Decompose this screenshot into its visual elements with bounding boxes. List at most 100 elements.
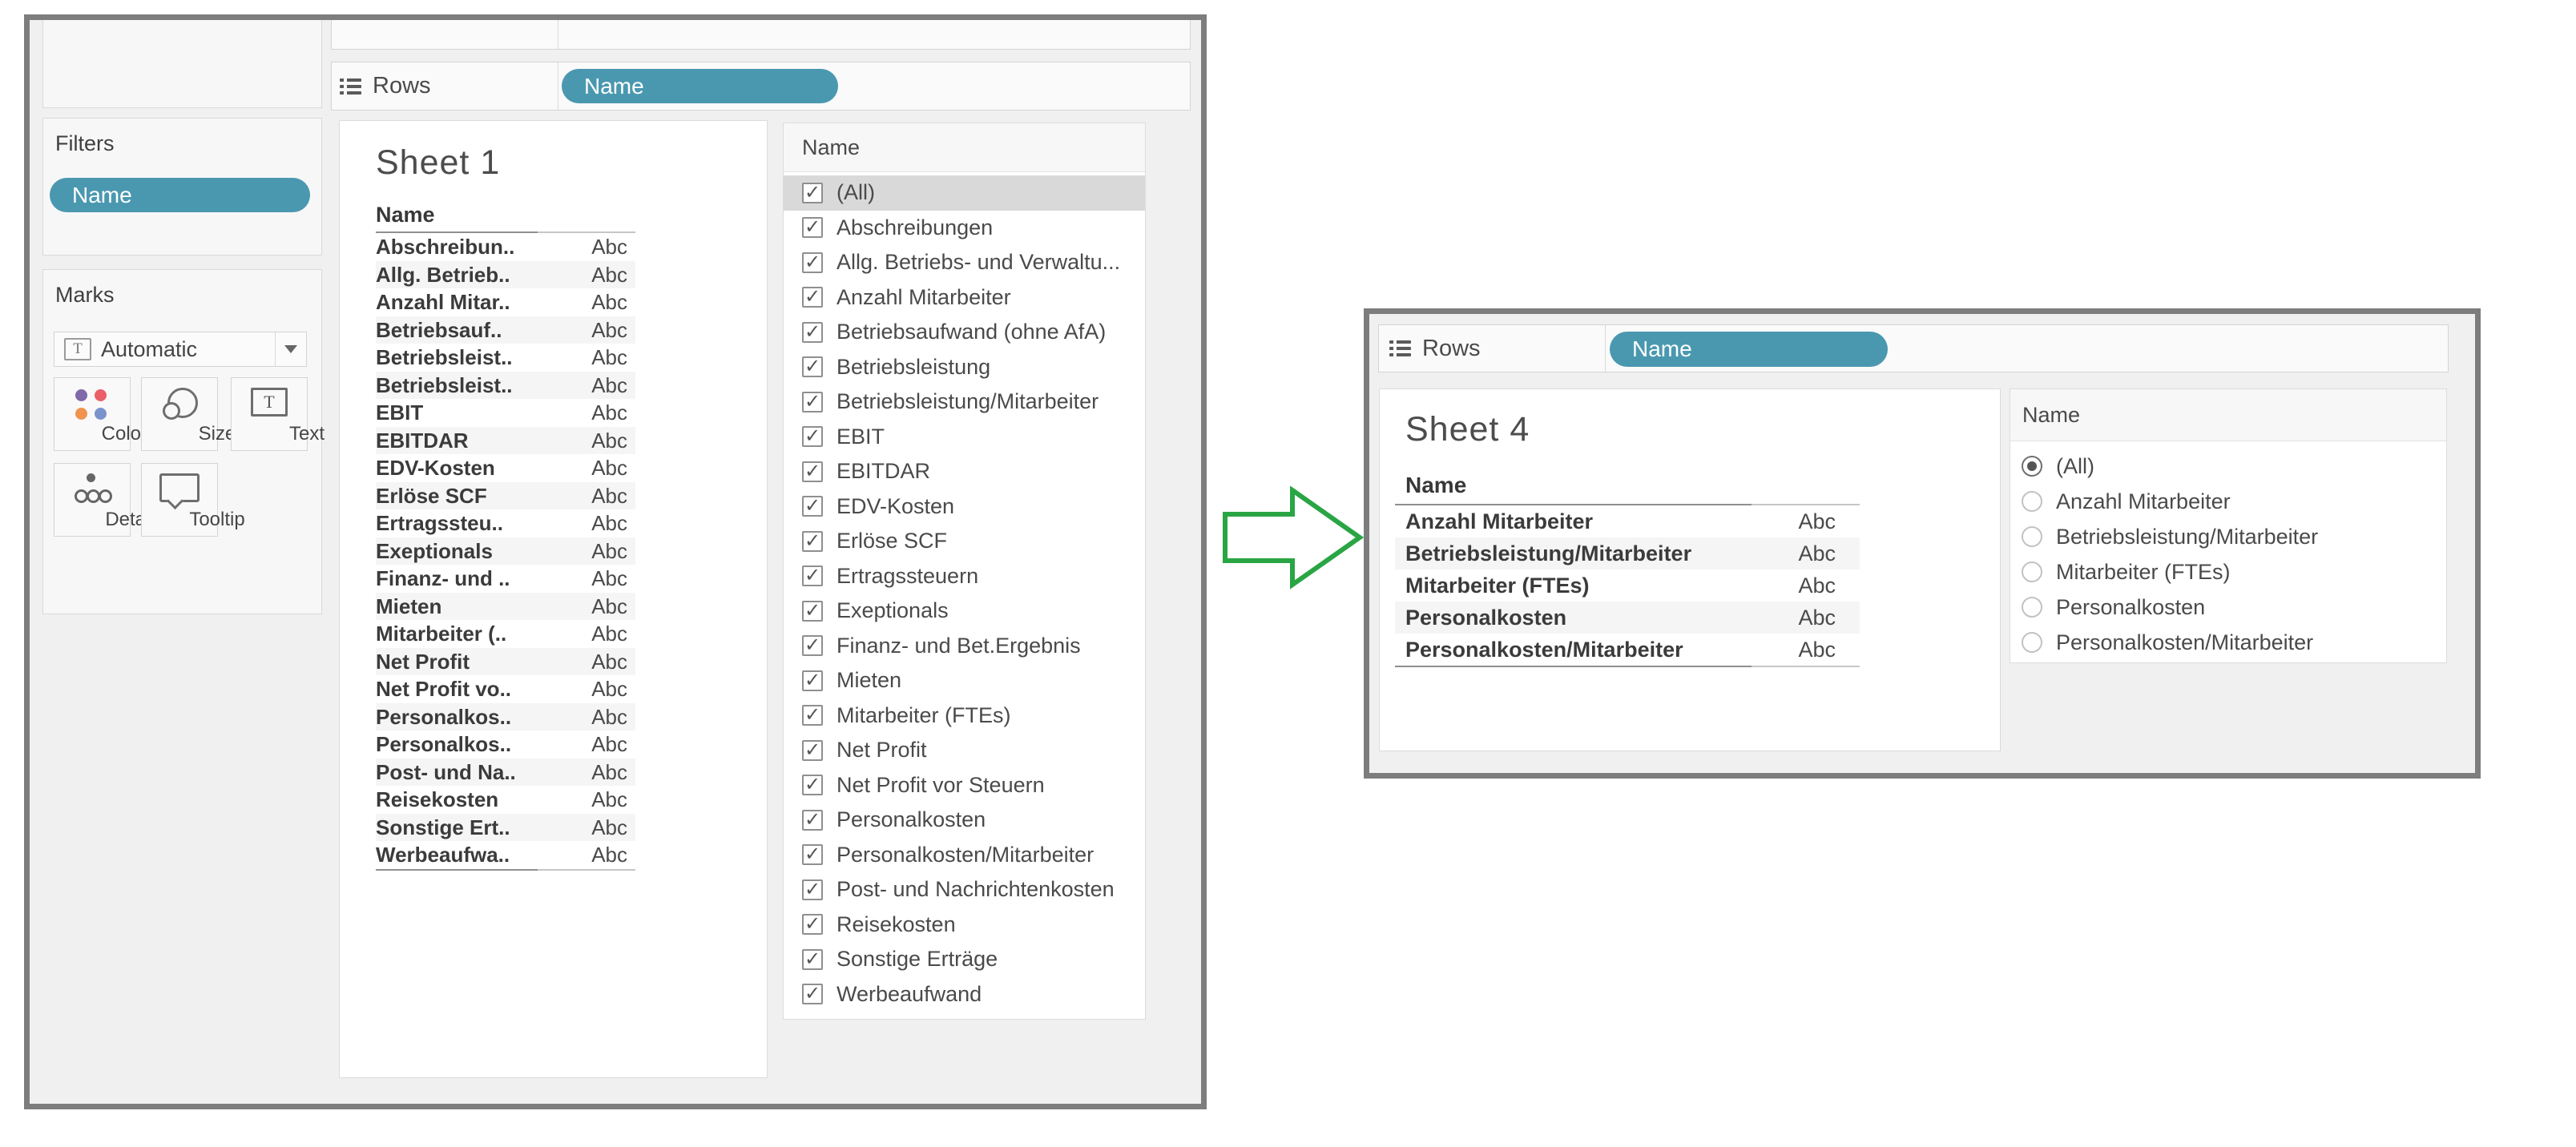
checkbox-list-item[interactable]: Net Profit (784, 733, 1145, 768)
rows-shelf-icon (340, 75, 361, 98)
checkbox-icon[interactable] (802, 879, 823, 900)
size-button[interactable]: Size (141, 377, 218, 451)
radio-list-item[interactable]: Personalkosten (2010, 590, 2446, 625)
checkbox-icon[interactable] (802, 670, 823, 691)
row-label: Mieten (376, 593, 538, 621)
checkbox-icon[interactable] (802, 775, 823, 795)
checkbox-icon[interactable] (802, 914, 823, 935)
row-value-type: Abc (538, 814, 635, 842)
colour-button[interactable]: Colour (54, 377, 131, 451)
checkbox-list-item[interactable]: Reisekosten (784, 908, 1145, 943)
checkbox-list-item[interactable]: (All) (784, 175, 1145, 211)
radio-icon[interactable] (2022, 456, 2042, 477)
checkbox-item-label: Mieten (836, 668, 901, 693)
checkbox-icon[interactable] (802, 949, 823, 970)
checkbox-icon[interactable] (802, 984, 823, 1004)
filters-card: Filters Name (42, 118, 322, 256)
checkbox-list-item[interactable]: Sonstige Erträge (784, 942, 1145, 977)
checkbox-list-item[interactable]: Mieten (784, 663, 1145, 698)
checkbox-list-item[interactable]: Post- und Nachrichtenkosten (784, 872, 1145, 908)
rows-pill-name[interactable]: Name (1610, 332, 1888, 367)
radio-icon[interactable] (2022, 561, 2042, 582)
checkbox-icon[interactable] (802, 705, 823, 726)
checkbox-icon[interactable] (802, 322, 823, 343)
table-column-header: Name (376, 201, 635, 231)
filters-pill-name[interactable]: Name (50, 178, 310, 212)
checkbox-icon[interactable] (802, 356, 823, 377)
radio-icon[interactable] (2022, 632, 2042, 653)
checkbox-list-item[interactable]: Mitarbeiter (FTEs) (784, 698, 1145, 734)
checkbox-list-item[interactable]: Allg. Betriebs- und Verwaltu... (784, 245, 1145, 280)
checkbox-list-item[interactable]: Betriebsleistung/Mitarbeiter (784, 384, 1145, 420)
radio-list-item[interactable]: Betriebsleistung/Mitarbeiter (2010, 519, 2446, 554)
checkbox-list-item[interactable]: Net Profit vor Steuern (784, 768, 1145, 803)
row-label: Ertragssteu.. (376, 509, 538, 537)
radio-icon[interactable] (2022, 597, 2042, 618)
checkbox-item-label: Sonstige Erträge (836, 947, 998, 972)
row-label: EBIT (376, 399, 538, 427)
dropdown-caret-zone[interactable] (275, 332, 306, 366)
checkbox-item-label: Exeptionals (836, 598, 949, 623)
row-value-type: Abc (538, 316, 635, 344)
tableau-window-sheet1: Filters Name Marks T Automatic Colour Si… (24, 14, 1207, 1109)
checkbox-icon[interactable] (802, 392, 823, 413)
mark-type-dropdown[interactable]: T Automatic (54, 332, 307, 367)
checkbox-icon[interactable] (802, 810, 823, 831)
radio-icon[interactable] (2022, 491, 2042, 512)
radio-list-item[interactable]: Anzahl Mitarbeiter (2010, 484, 2446, 519)
row-value-type: Abc (538, 482, 635, 510)
radio-item-label: Personalkosten/Mitarbeiter (2056, 630, 2313, 655)
checkbox-list-item[interactable]: Personalkosten/Mitarbeiter (784, 838, 1145, 873)
checkbox-list-item[interactable]: Anzahl Mitarbeiter (784, 280, 1145, 316)
row-label: Betriebsleist.. (376, 344, 538, 372)
checkbox-icon[interactable] (802, 635, 823, 656)
checkbox-list-item[interactable]: EDV-Kosten (784, 489, 1145, 525)
checkbox-icon[interactable] (802, 287, 823, 308)
checkbox-list-item[interactable]: Ertragssteuern (784, 559, 1145, 594)
checkbox-icon[interactable] (802, 565, 823, 586)
radio-list-item[interactable]: (All) (2010, 449, 2446, 484)
checkbox-icon[interactable] (802, 844, 823, 865)
checkbox-list-item[interactable]: Betriebsleistung (784, 350, 1145, 385)
row-value-type: Abc (538, 288, 635, 316)
checkbox-icon[interactable] (802, 183, 823, 203)
checkbox-list-item[interactable]: Betriebsaufwand (ohne AfA) (784, 315, 1145, 350)
radio-item-label: Betriebsleistung/Mitarbeiter (2056, 525, 2318, 549)
checkbox-list-item[interactable]: Finanz- und Bet.Ergebnis (784, 629, 1145, 664)
checkbox-list-item[interactable]: EBITDAR (784, 454, 1145, 489)
checkbox-list-item[interactable]: EBIT (784, 420, 1145, 455)
radio-list-item[interactable]: Personalkosten/Mitarbeiter (2010, 625, 2446, 660)
radio-icon[interactable] (2022, 526, 2042, 547)
checkbox-icon[interactable] (802, 496, 823, 517)
checkbox-icon[interactable] (802, 252, 823, 273)
checkbox-list-item[interactable]: Personalkosten (784, 803, 1145, 838)
filter-card-header: Name (784, 123, 1145, 172)
checkbox-icon[interactable] (802, 740, 823, 761)
checkbox-item-label: EDV-Kosten (836, 494, 954, 519)
checkbox-icon[interactable] (802, 461, 823, 482)
row-value-type: Abc (538, 759, 635, 787)
radio-item-label: Personalkosten (2056, 595, 2205, 620)
radio-list-item[interactable]: Mitarbeiter (FTEs) (2010, 554, 2446, 590)
checkbox-icon[interactable] (802, 426, 823, 447)
rows-pill-name[interactable]: Name (562, 69, 838, 103)
tooltip-button[interactable]: Tooltip (141, 463, 218, 537)
checkbox-item-label: Allg. Betriebs- und Verwaltu... (836, 250, 1120, 275)
row-value-type: Abc (538, 730, 635, 759)
row-label: Anzahl Mitarbeiter (1395, 505, 1752, 537)
checkbox-list-item[interactable]: Abschreibungen (784, 211, 1145, 246)
detail-button[interactable]: Detail (54, 463, 131, 537)
checkbox-icon[interactable] (802, 217, 823, 238)
checkbox-item-label: Net Profit vor Steuern (836, 773, 1045, 798)
checkbox-icon[interactable] (802, 601, 823, 622)
checkbox-list-item[interactable]: Werbeaufwand (784, 977, 1145, 1012)
row-value-type: Abc (538, 648, 635, 676)
checkbox-item-label: Personalkosten/Mitarbeiter (836, 843, 1094, 867)
sheet4-view-card: Sheet 4 Name Anzahl Mitarbeiter Abc Betr… (1379, 388, 2001, 751)
checkbox-item-label: Anzahl Mitarbeiter (836, 285, 1011, 310)
text-button[interactable]: T Text (231, 377, 308, 451)
checkbox-icon[interactable] (802, 531, 823, 552)
checkbox-list-item[interactable]: Erlöse SCF (784, 524, 1145, 559)
checkbox-list-item[interactable]: Exeptionals (784, 594, 1145, 629)
row-label: Anzahl Mitar.. (376, 288, 538, 316)
